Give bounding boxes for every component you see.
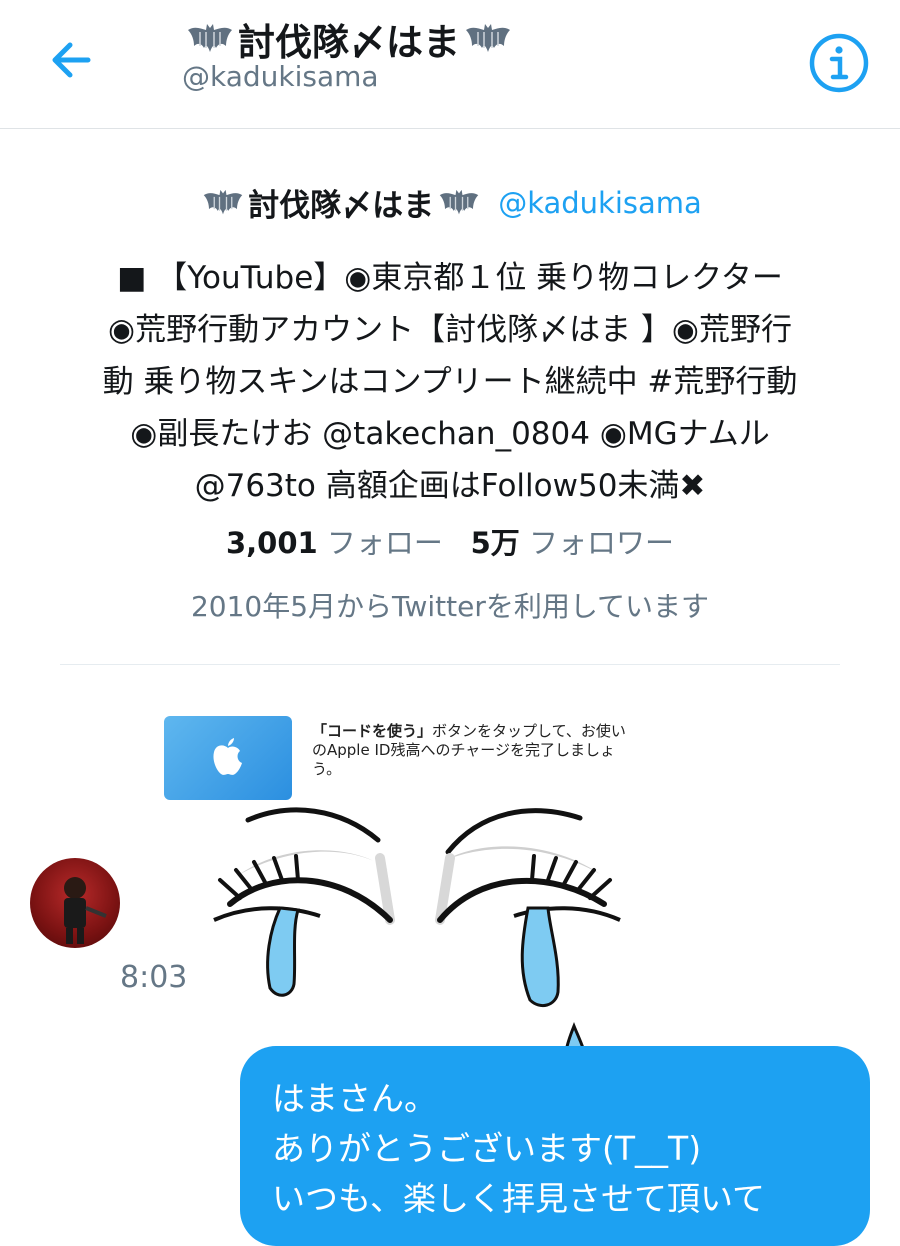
top-bar: 討伐隊〆はま @kadukisama [0, 0, 900, 129]
followers-count: 5万 [470, 526, 520, 560]
header-title-row: 討伐隊〆はま [182, 12, 516, 66]
bio-line: @763to 高額企画はFollow50未満✖ [194, 468, 706, 504]
bio-line: ◉荒野行動アカウント【討伐隊〆はま 】◉荒野行 [108, 312, 792, 348]
avatar-figure-icon [64, 877, 107, 944]
crying-eyes-sticker [213, 807, 621, 1074]
gift-card-bold-text: 「コードを使う」 [312, 722, 433, 740]
message-time: 8:03 [120, 960, 188, 995]
following-label: フォロー [326, 526, 443, 560]
profile-name: 討伐隊〆はま [248, 188, 435, 224]
message-text: はまさん。 ありがとうございます(T__T) いつも、楽しく拝見させて頂いて [272, 1074, 765, 1224]
profile-handle-link[interactable]: @kadukisama [498, 186, 702, 220]
profile-bio: ■ 【YouTube】◉東京都１位 乗り物コレクター ◉荒野行動アカウント【討伐… [40, 252, 860, 512]
header-handle: @kadukisama [182, 60, 379, 93]
apple-logo-icon [213, 738, 242, 775]
message-line: はまさん。 [272, 1079, 437, 1118]
followers-link[interactable]: 5万 フォロワー [471, 526, 674, 560]
gift-card-caption: 「コードを使う」ボタンをタップして、お使いのApple ID残高へのチャージを完… [312, 722, 628, 779]
bio-line: ■ 【YouTube】◉東京都１位 乗り物コレクター [117, 260, 783, 296]
back-arrow-icon[interactable] [44, 32, 100, 88]
bat-icon [203, 189, 243, 214]
info-icon[interactable] [808, 32, 870, 94]
gift-card-thumbnail [164, 716, 292, 800]
bat-icon [188, 24, 232, 52]
bio-line: 動 乗り物スキンはコンプリート継続中 #荒野行動 [102, 364, 798, 400]
followers-label: フォロワー [529, 526, 675, 560]
following-count: 3,001 [225, 526, 318, 560]
profile-name-group: 討伐隊〆はま [198, 180, 484, 225]
profile-name-row: 討伐隊〆はま @kadukisama [0, 180, 900, 225]
gift-card-image[interactable]: 「コードを使う」ボタンをタップして、お使いのApple ID残高へのチャージを完… [160, 712, 628, 804]
follow-stats: 3,001 フォロー 5万 フォロワー [0, 520, 900, 562]
bio-line: ◉副長たけお @takechan_0804 ◉MGナムル [130, 416, 770, 452]
divider [60, 664, 840, 665]
following-link[interactable]: 3,001 フォロー [226, 526, 443, 560]
header-title: 討伐隊〆はま [238, 21, 460, 64]
joined-date: 2010年5月からTwitterを利用しています [190, 590, 710, 623]
message-line: ありがとうございます(T__T) [272, 1129, 702, 1168]
message-line: いつも、楽しく拝見させて頂いて [272, 1179, 766, 1218]
bat-icon [466, 24, 510, 52]
bat-icon [439, 189, 479, 214]
avatar[interactable] [30, 858, 120, 948]
